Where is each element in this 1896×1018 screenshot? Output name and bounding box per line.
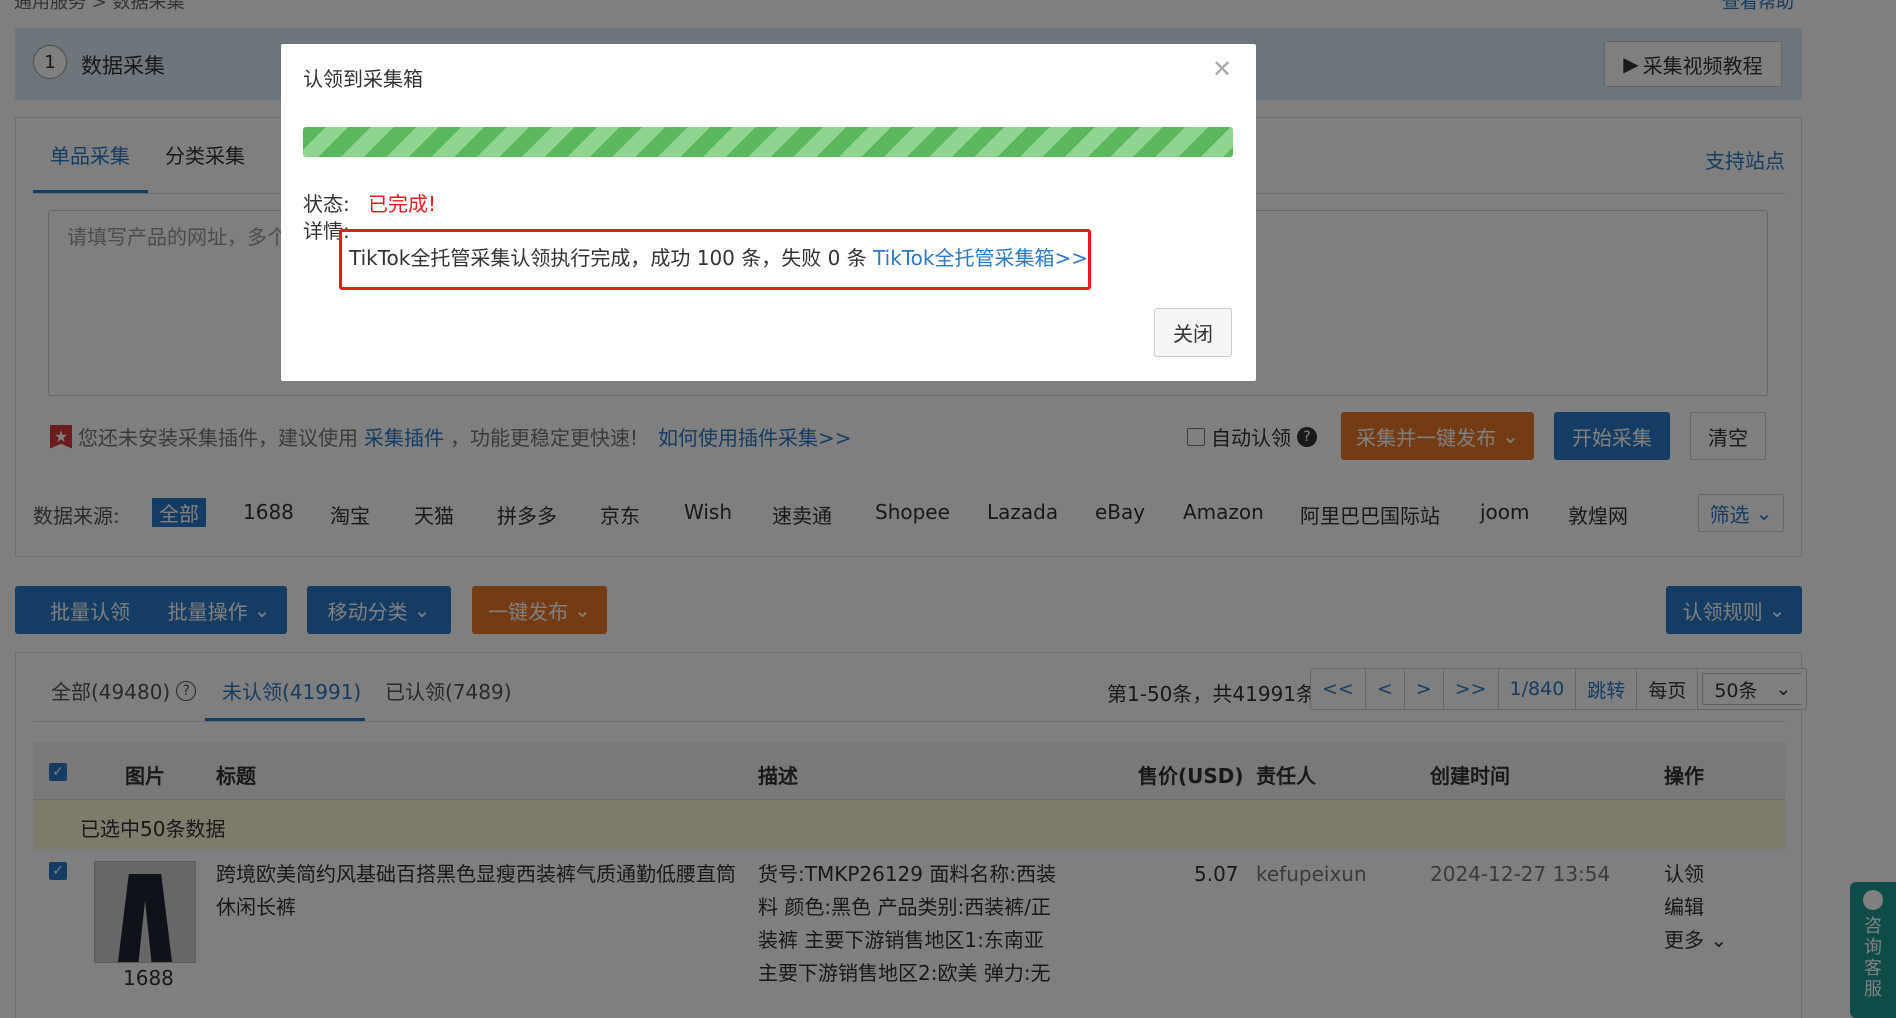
status-value: 已完成! xyxy=(368,192,437,216)
modal-close-button[interactable]: 关闭 xyxy=(1154,308,1232,357)
progress-bar xyxy=(303,127,1233,157)
status-label: 状态: xyxy=(303,192,350,216)
highlight-box xyxy=(339,229,1091,290)
modal-title: 认领到采集箱 xyxy=(303,67,423,91)
close-icon[interactable]: ✕ xyxy=(1212,55,1232,83)
